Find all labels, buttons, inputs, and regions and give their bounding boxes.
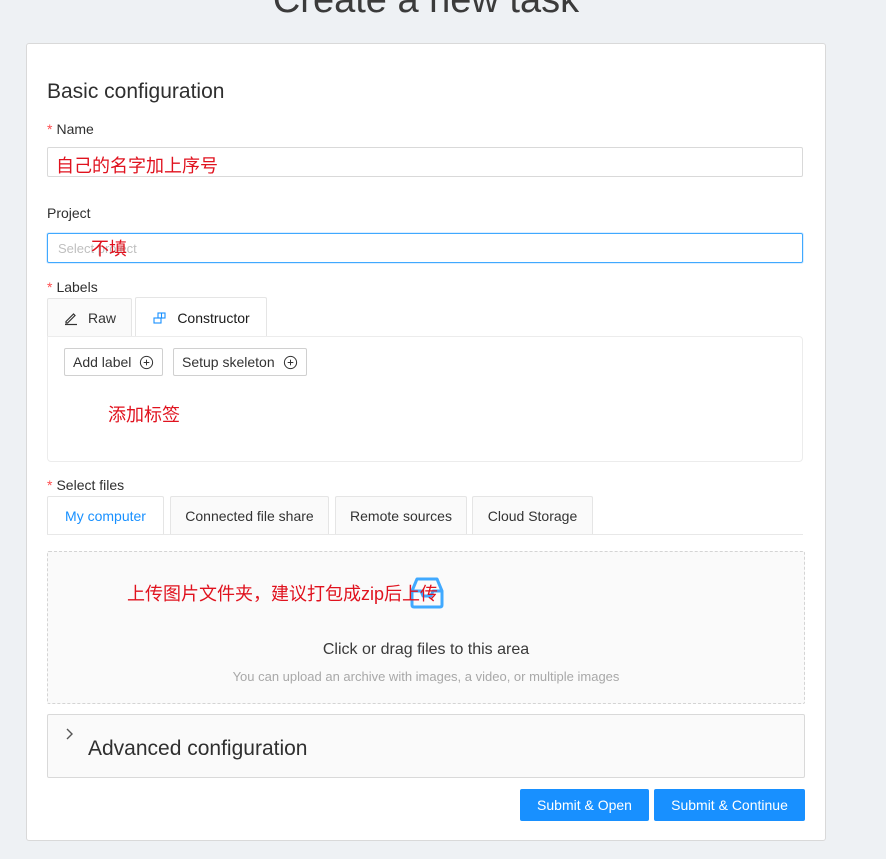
name-input[interactable]: 自己的名字加上序号 [47, 147, 803, 177]
add-label-text: Add label [73, 354, 132, 370]
labels-label: * Labels [47, 279, 98, 295]
task-form-card: Basic configuration * Name 自己的名字加上序号 Proj… [26, 43, 826, 841]
plus-circle-icon [283, 355, 298, 370]
project-select[interactable]: Select project [47, 233, 803, 263]
tab-remote-sources-label: Remote sources [350, 507, 452, 524]
name-label-text: Name [56, 121, 94, 137]
chevron-right-icon [65, 727, 75, 743]
submit-open-button[interactable]: Submit & Open [520, 789, 649, 821]
page-title: Create a new task [272, 0, 580, 21]
tab-remote-sources[interactable]: Remote sources [335, 496, 467, 534]
basic-configuration-title: Basic configuration [47, 80, 225, 103]
required-mark: * [47, 477, 53, 493]
tab-connected-file-share[interactable]: Connected file share [170, 496, 329, 534]
setup-skeleton-text: Setup skeleton [182, 354, 275, 370]
tab-raw-label: Raw [87, 309, 116, 326]
edit-icon [63, 310, 79, 326]
tabs-divider [47, 534, 803, 535]
tab-cloud-storage-label: Cloud Storage [487, 507, 578, 524]
labels-constructor-panel: Add label Setup skeleton 添加标签 [47, 336, 803, 462]
name-input-value: 自己的名字加上序号 [56, 156, 218, 176]
project-label: Project [47, 205, 91, 221]
tab-connected-file-share-label: Connected file share [185, 507, 314, 524]
build-icon [152, 310, 168, 326]
select-files-label-text: Select files [56, 477, 125, 493]
plus-circle-icon [139, 355, 154, 370]
tab-my-computer-label: My computer [65, 507, 146, 524]
advanced-configuration-title: Advanced configuration [88, 737, 308, 760]
tab-cloud-storage[interactable]: Cloud Storage [472, 496, 593, 534]
select-files-label: * Select files [47, 477, 124, 493]
dropzone-hint: You can upload an archive with images, a… [232, 669, 620, 684]
labels-annotation: 添加标签 [108, 405, 180, 425]
dropzone-title: Click or drag files to this area [322, 641, 530, 658]
submit-continue-button[interactable]: Submit & Continue [654, 789, 805, 821]
tab-constructor-label: Constructor [177, 309, 250, 326]
tab-constructor[interactable]: Constructor [135, 297, 267, 337]
labels-label-text: Labels [56, 279, 98, 295]
setup-skeleton-button[interactable]: Setup skeleton [173, 348, 307, 376]
name-label: * Name [47, 121, 94, 137]
files-annotation: 上传图片文件夹，建议打包成zip后上传 [127, 584, 439, 604]
tab-raw[interactable]: Raw [47, 298, 132, 336]
advanced-configuration-panel[interactable]: Advanced configuration [47, 714, 805, 778]
required-mark: * [47, 279, 53, 295]
add-label-button[interactable]: Add label [64, 348, 164, 376]
required-mark: * [47, 121, 53, 137]
project-annotation: 不填 [91, 239, 127, 259]
file-dropzone[interactable]: 上传图片文件夹，建议打包成zip后上传 Click or drag files … [47, 551, 805, 704]
tab-my-computer[interactable]: My computer [47, 496, 164, 534]
